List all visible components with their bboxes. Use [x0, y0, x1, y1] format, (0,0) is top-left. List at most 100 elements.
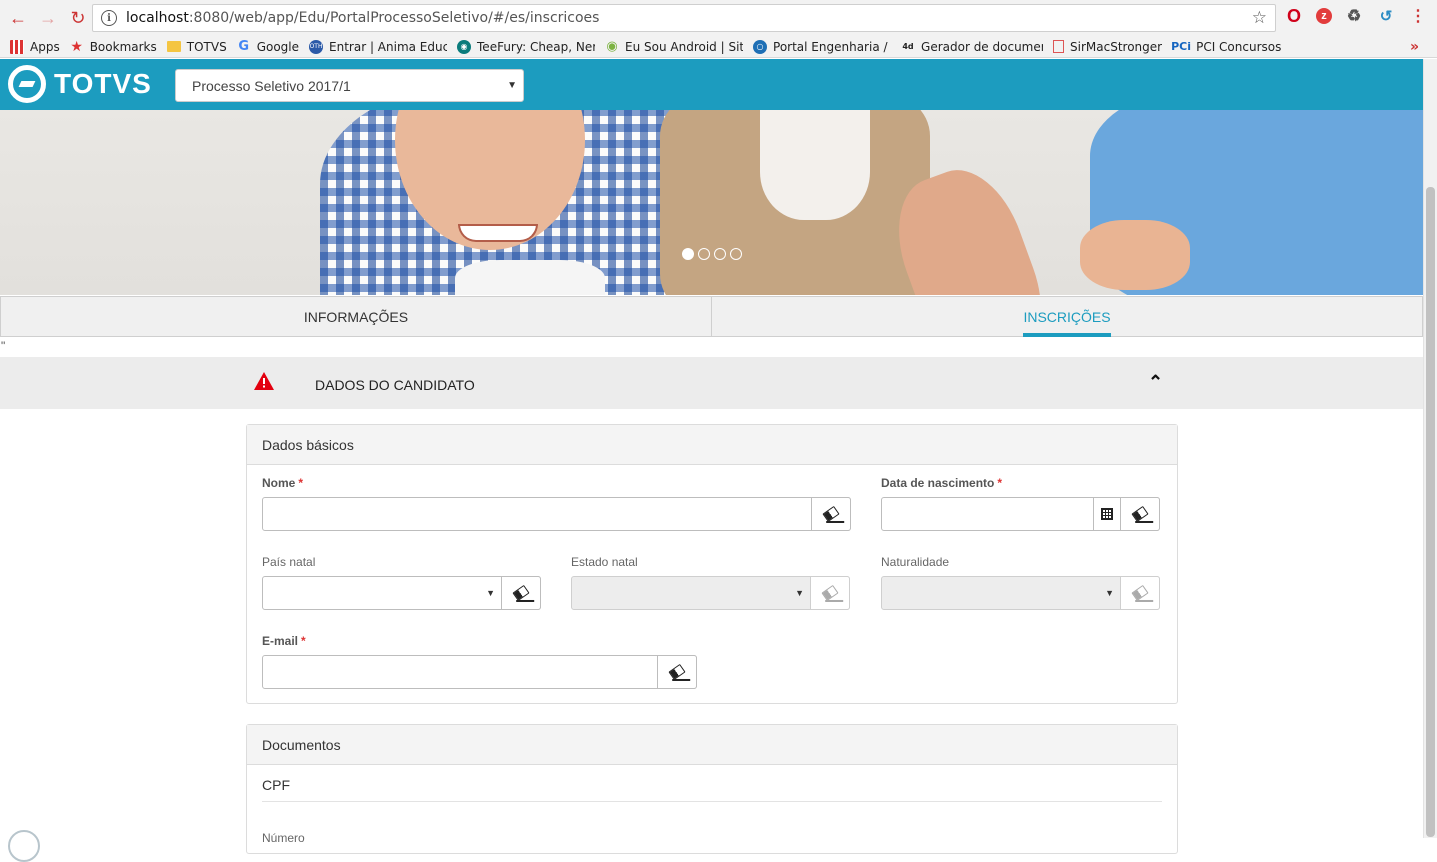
caret-down-icon: ▼ — [1105, 588, 1114, 598]
pais-label: País natal — [262, 555, 316, 569]
nascimento-input[interactable] — [881, 497, 1160, 531]
nome-input[interactable] — [262, 497, 851, 531]
tab-informacoes[interactable]: INFORMAÇÕES — [0, 296, 712, 336]
floating-help-button[interactable] — [8, 830, 40, 862]
bookmark-teefury[interactable]: ◉ TeeFury: Cheap, Nerd — [457, 39, 595, 54]
bookmark-label: SirMacStronger — [1070, 39, 1163, 54]
bookmark-gerador[interactable]: 4d Gerador de document — [901, 40, 1043, 54]
bookmark-totvs[interactable]: TOTVS — [166, 39, 227, 54]
pais-select[interactable]: ▼ — [262, 576, 541, 610]
bookmark-label: Google — [256, 39, 300, 54]
eraser-icon — [822, 505, 840, 523]
logo-text: TOTVS — [54, 68, 152, 99]
naturalidade-select[interactable]: ▼ — [881, 576, 1160, 610]
teefury-icon: ◉ — [457, 39, 472, 54]
bookmark-star-icon[interactable]: ☆ — [1252, 8, 1267, 28]
browser-toolbar: ← → ↻ i localhost:8080/web/app/Edu/Porta… — [0, 0, 1437, 36]
hero-image-smile — [458, 224, 538, 242]
clear-estado-button[interactable] — [810, 576, 850, 610]
email-input[interactable] — [262, 655, 697, 689]
estado-select[interactable]: ▼ — [571, 576, 850, 610]
tab-inscricoes[interactable]: INSCRIÇÕES — [712, 296, 1423, 337]
info-icon[interactable]: i — [101, 10, 117, 26]
bookmark-bookmarks[interactable]: ★ Bookmarks — [70, 39, 157, 54]
folder-icon — [166, 41, 181, 52]
eraser-icon — [1131, 505, 1149, 523]
caret-down-icon: ▼ — [486, 588, 495, 598]
eraser-icon — [821, 584, 839, 602]
clear-pais-button[interactable] — [501, 576, 541, 610]
clear-email-button[interactable] — [657, 655, 697, 689]
section-dados-candidato-header[interactable]: DADOS DO CANDIDATO ⌃ — [0, 357, 1423, 409]
address-bar[interactable]: i localhost:8080/web/app/Edu/PortalProce… — [92, 4, 1276, 32]
section-title: DADOS DO CANDIDATO — [315, 377, 475, 393]
carousel-dot[interactable] — [730, 248, 742, 260]
bookmark-apps[interactable]: Apps — [10, 39, 60, 54]
bookmark-portal[interactable]: ○ Portal Engenharia / A — [753, 39, 891, 54]
bookmark-pci[interactable]: PCi PCI Concursos — [1172, 40, 1281, 54]
hero-image-hand — [1080, 220, 1190, 290]
page-scrollbar[interactable] — [1423, 59, 1437, 838]
bookmark-label: Apps — [30, 39, 60, 54]
bookmark-android[interactable]: ◉ Eu Sou Android | Site — [605, 40, 743, 54]
document-icon — [1053, 40, 1065, 53]
stray-text: " — [1, 339, 6, 353]
android-icon: ◉ — [606, 39, 618, 54]
google-icon: G — [238, 39, 250, 54]
anima-icon: OTH — [309, 39, 324, 54]
apps-icon — [10, 39, 24, 54]
chevron-up-icon[interactable]: ⌃ — [1148, 372, 1163, 393]
opera-extension-icon[interactable]: O — [1284, 6, 1304, 26]
hero-image-tee — [455, 260, 605, 295]
panel-documentos: Documentos CPF Número — [246, 724, 1178, 854]
panel-title: Dados básicos — [247, 425, 1177, 465]
reload-icon[interactable]: ↻ — [66, 6, 90, 30]
bookmark-google[interactable]: G Google — [237, 40, 299, 54]
bookmark-label: Eu Sou Android | Site — [625, 39, 744, 54]
carousel-dot[interactable] — [714, 248, 726, 260]
url-text[interactable]: localhost:8080/web/app/Edu/PortalProcess… — [126, 10, 599, 26]
carousel-indicators — [682, 248, 742, 260]
app-header: TOTVS Processo Seletivo 2017/1 ▼ — [0, 59, 1423, 110]
hero-carousel — [0, 110, 1423, 295]
estado-label: Estado natal — [571, 555, 638, 569]
bookmarks-bar: Apps ★ Bookmarks TOTVS G Google OTH Entrar … — [0, 36, 1437, 58]
hero-image-top — [760, 110, 870, 220]
eraser-icon — [668, 663, 686, 681]
nome-label: Nome * — [262, 476, 304, 490]
recycle-extension-icon[interactable]: ♻ — [1344, 6, 1364, 26]
caret-down-icon: ▼ — [795, 588, 804, 598]
bookmark-label: TOTVS — [186, 39, 227, 54]
scrollbar-thumb[interactable] — [1426, 187, 1435, 837]
main-tabs: INFORMAÇÕES INSCRIÇÕES — [0, 296, 1423, 337]
more-bookmarks-icon[interactable]: » — [1410, 39, 1419, 55]
panel-title: Documentos — [247, 725, 1177, 765]
naturalidade-label: Naturalidade — [881, 555, 950, 569]
back-icon[interactable]: ← — [6, 6, 30, 30]
caret-down-icon: ▼ — [507, 80, 517, 91]
spiral-extension-icon[interactable]: ↺ — [1376, 6, 1396, 26]
warning-icon — [254, 372, 274, 390]
bookmark-sirmac[interactable]: SirMacStronger — [1053, 40, 1162, 54]
bookmark-label: PCI Concursos — [1196, 39, 1282, 54]
clear-nascimento-button[interactable] — [1120, 497, 1160, 531]
clear-nome-button[interactable] — [811, 497, 851, 531]
process-select[interactable]: Processo Seletivo 2017/1 ▼ — [175, 69, 524, 102]
email-label: E-mail * — [262, 634, 306, 648]
process-select-value: Processo Seletivo 2017/1 — [192, 77, 351, 94]
nascimento-label: Data de nascimento * — [881, 476, 1003, 490]
forward-icon[interactable]: → — [36, 6, 60, 30]
bookmark-label: Bookmarks — [89, 39, 157, 54]
browser-menu-icon[interactable]: ⋮ — [1408, 6, 1428, 26]
tab-label: INFORMAÇÕES — [303, 308, 409, 325]
clear-naturalidade-button[interactable] — [1120, 576, 1160, 610]
bookmark-anima[interactable]: OTH Entrar | Anima Educaç — [309, 39, 447, 54]
carousel-dot[interactable] — [698, 248, 710, 260]
carousel-dot[interactable] — [682, 248, 694, 260]
eraser-icon — [512, 584, 530, 602]
calendar-button[interactable] — [1093, 497, 1121, 531]
totvs-logo[interactable]: TOTVS — [8, 65, 152, 103]
tab-label: INSCRIÇÕES — [1023, 309, 1111, 337]
eraser-icon — [1131, 584, 1149, 602]
z-extension-icon[interactable]: z — [1316, 8, 1332, 24]
